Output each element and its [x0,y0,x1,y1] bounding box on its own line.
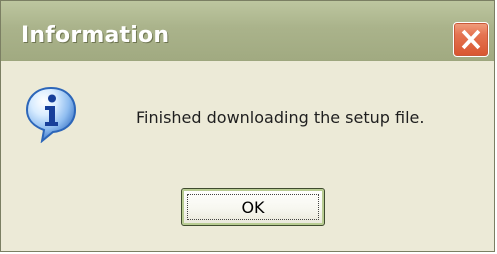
ok-button[interactable]: OK [181,188,325,226]
close-icon [461,29,481,50]
info-icon [25,86,77,143]
title-bar[interactable]: Information [1,1,494,61]
information-dialog: Information Finished downloading the set… [0,0,495,252]
message-text: Finished downloading the setup file. [136,108,425,127]
close-button[interactable] [453,22,489,57]
window-title: Information [21,23,170,48]
ok-button-label: OK [241,197,265,217]
dialog-content: Finished downloading the setup file. OK [1,61,494,251]
